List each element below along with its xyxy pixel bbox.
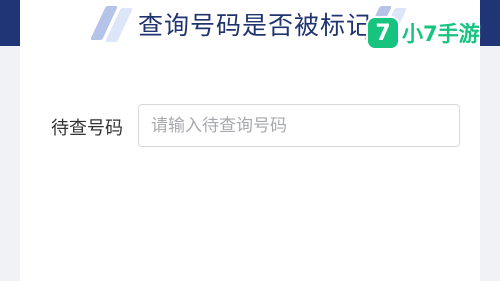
phone-number-label: 待查号码 (51, 118, 123, 139)
brand-name: 小7手游 (402, 22, 480, 46)
header-band-left (0, 0, 20, 46)
watermark: 7 小7手游 (368, 18, 480, 48)
phone-query-row: 待查号码 (20, 104, 480, 148)
brand-logo-icon: 7 (368, 18, 398, 48)
phone-number-input[interactable] (138, 104, 460, 147)
header-band-right (480, 0, 500, 46)
page-title: 查询号码是否被标记 (138, 11, 373, 40)
